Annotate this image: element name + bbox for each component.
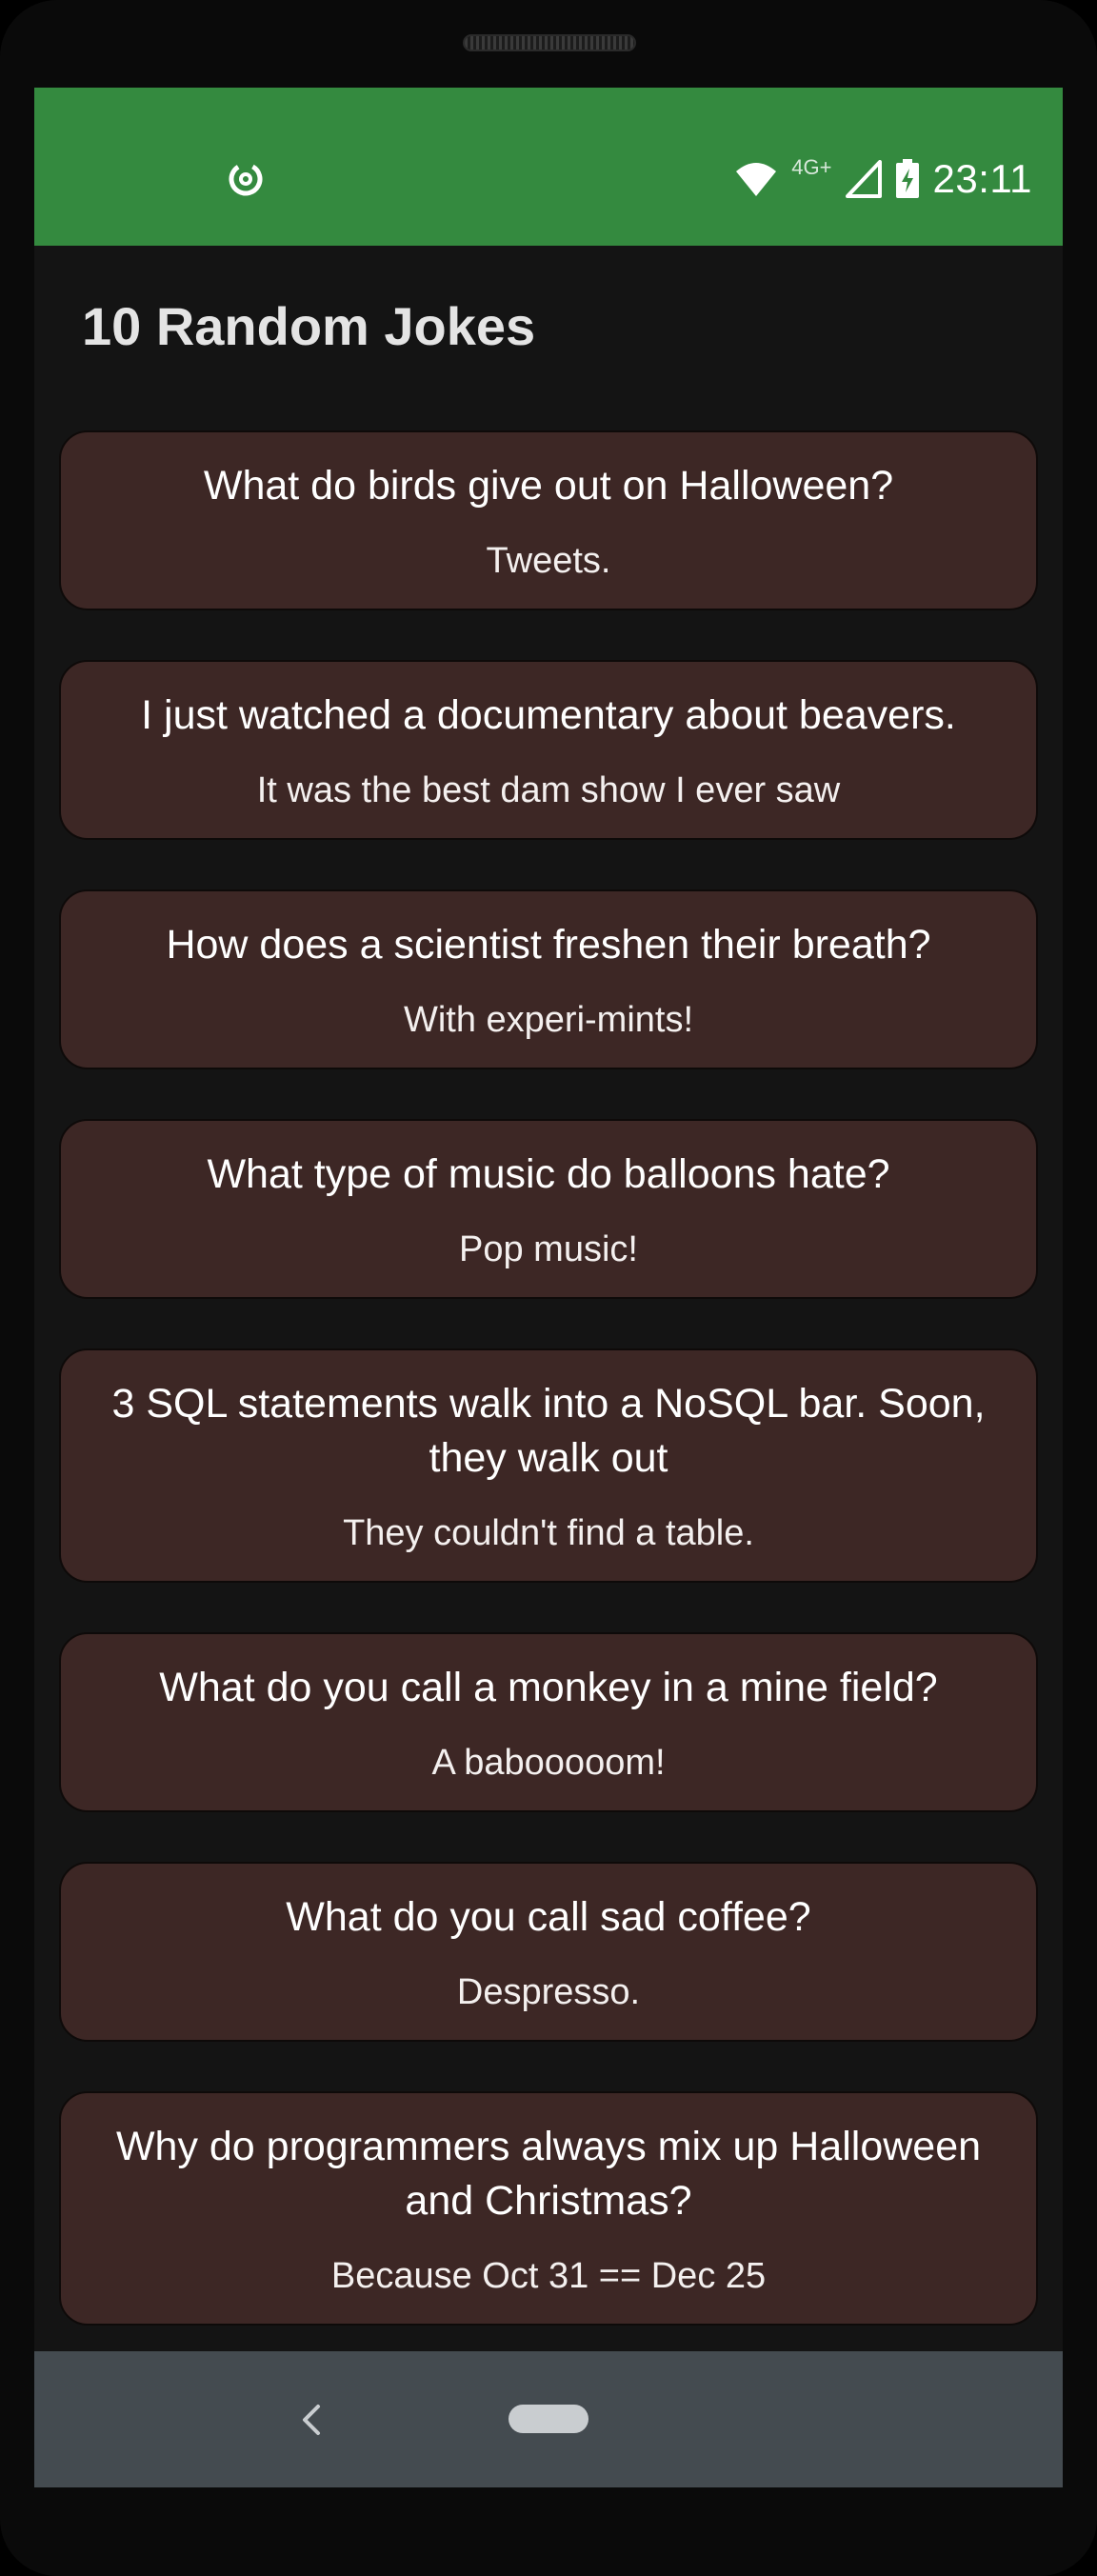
- phone-frame: 4G+ 23:11 10 Random Jokes What do birds …: [0, 0, 1097, 2576]
- screen: 4G+ 23:11 10 Random Jokes What do birds …: [34, 88, 1063, 2487]
- joke-punchline: Tweets.: [486, 541, 611, 581]
- joke-punchline: Pop music!: [459, 1229, 638, 1269]
- battery-charging-icon: [895, 159, 919, 198]
- data-saver-icon: [229, 162, 263, 196]
- status-icons: 4G+ 23:11: [734, 152, 1032, 206]
- joke-setup: I just watched a documentary about beave…: [141, 692, 956, 738]
- joke-setup: What do you call a monkey in a mine fiel…: [159, 1665, 938, 1710]
- status-time: 23:11: [932, 156, 1032, 201]
- joke-setup: How does a scientist freshen their breat…: [166, 922, 931, 968]
- chevron-left-icon[interactable]: [293, 2401, 331, 2439]
- joke-card[interactable]: How does a scientist freshen their breat…: [59, 889, 1038, 1069]
- joke-punchline: A babooooom!: [431, 1743, 666, 1783]
- joke-punchline: With experi-mints!: [403, 1000, 694, 1040]
- earpiece-speaker: [463, 34, 636, 51]
- joke-list[interactable]: What do birds give out on Halloween? Twe…: [59, 430, 1038, 2375]
- joke-punchline: Because Oct 31 == Dec 25: [330, 2256, 767, 2296]
- joke-setup: What do birds give out on Halloween?: [203, 463, 894, 509]
- navigation-bar: [34, 2351, 1063, 2487]
- joke-setup: 3 SQL statements walk into a NoSQL bar. …: [111, 1381, 986, 1481]
- joke-setup: What do you call sad coffee?: [286, 1894, 811, 1940]
- joke-punchline: They couldn't find a table.: [343, 1513, 754, 1553]
- joke-setup: What type of music do balloons hate?: [207, 1151, 890, 1197]
- joke-punchline: Despresso.: [456, 1972, 641, 2012]
- cell-signal-icon: [845, 160, 882, 198]
- joke-punchline: It was the best dam show I ever saw: [256, 770, 841, 810]
- home-pill-icon[interactable]: [509, 2405, 588, 2433]
- joke-card[interactable]: What type of music do balloons hate? Pop…: [59, 1119, 1038, 1299]
- joke-card[interactable]: What do birds give out on Halloween? Twe…: [59, 430, 1038, 610]
- wifi-icon: [736, 163, 777, 196]
- page-title: 10 Random Jokes: [82, 296, 536, 356]
- joke-card[interactable]: 3 SQL statements walk into a NoSQL bar. …: [59, 1348, 1038, 1583]
- network-type-label: 4G+: [791, 155, 832, 179]
- joke-card[interactable]: Why do programmers always mix up Hallowe…: [59, 2091, 1038, 2326]
- joke-setup: Why do programmers always mix up Hallowe…: [115, 2124, 982, 2224]
- status-bar: 4G+ 23:11: [34, 88, 1063, 246]
- joke-card[interactable]: What do you call a monkey in a mine fiel…: [59, 1632, 1038, 1812]
- joke-card[interactable]: What do you call sad coffee? Despresso.: [59, 1862, 1038, 2042]
- joke-card[interactable]: I just watched a documentary about beave…: [59, 660, 1038, 840]
